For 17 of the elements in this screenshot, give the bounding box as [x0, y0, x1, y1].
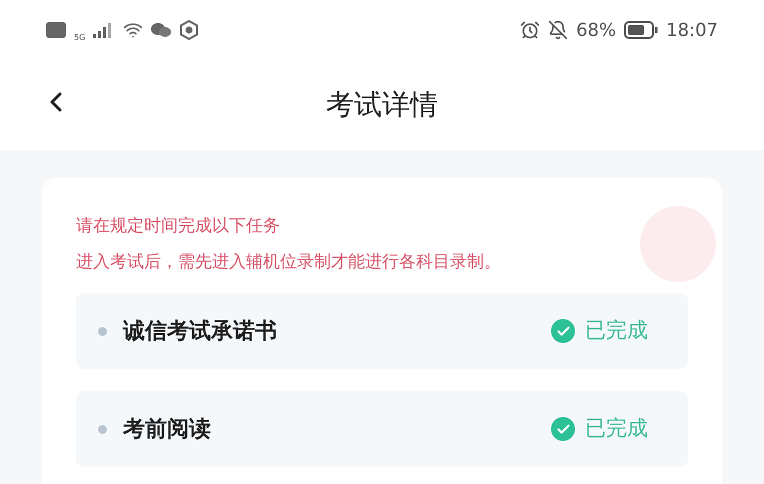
task-row[interactable]: 诚信考试承诺书 已完成: [76, 293, 688, 369]
clock-time: 18:07: [666, 18, 718, 42]
battery-icon: [624, 21, 658, 39]
notice-text: 进入考试后，需先进入辅机位录制才能进行各科目录制。: [76, 250, 502, 274]
bell-off-icon: [548, 20, 568, 40]
task-title: 诚信考试承诺书: [123, 318, 277, 346]
hexagon-icon: [179, 20, 200, 40]
network-label: 5G: [74, 32, 86, 44]
task-status: 已完成: [585, 415, 648, 442]
chat-bubbles-icon: [151, 22, 172, 38]
task-row[interactable]: 考前阅读 已完成: [76, 391, 688, 467]
notice-text: 请在规定时间完成以下任务: [76, 215, 281, 238]
battery-percent: 68%: [576, 18, 616, 42]
task-title: 考前阅读: [123, 416, 211, 444]
alarm-icon: [520, 20, 540, 40]
task-status: 已完成: [585, 317, 648, 344]
page-title: 考试详情: [326, 87, 438, 123]
